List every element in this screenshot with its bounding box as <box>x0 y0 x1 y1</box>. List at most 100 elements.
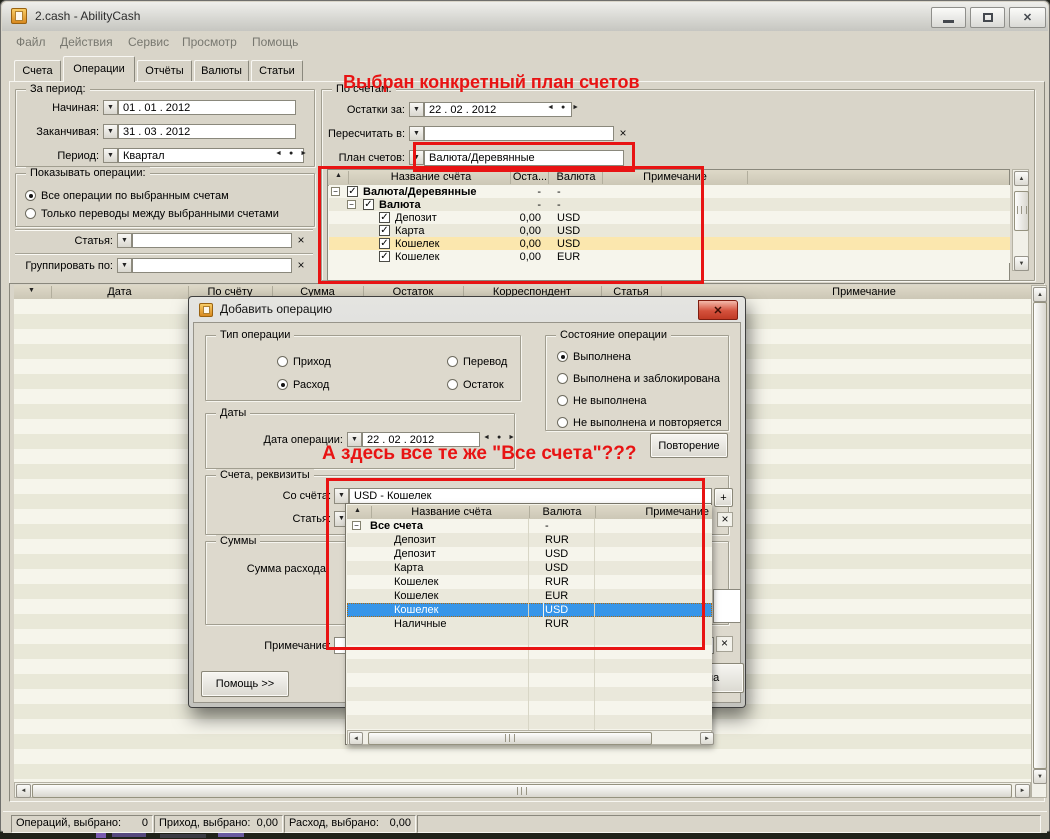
scroll-left-icon[interactable]: ◄ <box>16 784 31 798</box>
status-income: Приход, выбрано: 0,00 <box>154 815 283 833</box>
ops-hscrollbar[interactable]: ◄ ► <box>14 782 1031 798</box>
dropdown-hscrollbar[interactable]: ◄ ► <box>347 730 712 745</box>
category-filter-field[interactable] <box>132 233 292 248</box>
accounts-req-group-label: Счета, реквизиты <box>216 469 314 482</box>
menu-file[interactable]: Файл <box>16 36 46 49</box>
radio-income-label: Приход <box>293 356 331 369</box>
spin-current-icon[interactable]: ● <box>289 150 293 157</box>
radio-state-repeat[interactable] <box>557 417 568 428</box>
spin-next-icon[interactable]: ► <box>508 434 515 441</box>
from-account-label: Со счёта: <box>249 490 331 503</box>
recalc-field[interactable] <box>424 126 614 141</box>
scroll-right-icon[interactable]: ► <box>700 732 714 745</box>
scroll-left-icon[interactable]: ◄ <box>349 732 363 745</box>
spin-next-icon[interactable]: ► <box>300 150 307 157</box>
radio-transfer[interactable] <box>447 356 458 367</box>
scroll-right-icon[interactable]: ► <box>1015 784 1030 798</box>
end-date-label: Заканчивая: <box>19 126 99 139</box>
category-filter-label: Статья: <box>31 235 113 248</box>
scroll-down-icon[interactable]: ▼ <box>1014 256 1029 271</box>
menu-view[interactable]: Просмотр <box>182 36 237 49</box>
radio-income[interactable] <box>277 356 288 367</box>
tab-categories[interactable]: Статьи <box>251 60 303 81</box>
radio-all-operations[interactable] <box>25 190 36 201</box>
groupby-field[interactable] <box>132 258 292 273</box>
tab-accounts[interactable]: Счета <box>14 60 61 81</box>
sum-field-fragment[interactable] <box>713 589 741 623</box>
ops-vscrollbar[interactable]: ▲ ▼ <box>1031 285 1047 798</box>
radio-state-undone-label: Не выполнена <box>573 395 647 408</box>
status-expense: Расход, выбрано: 0,00 <box>284 815 416 833</box>
desktop-fragment <box>112 833 146 837</box>
maximize-button[interactable] <box>970 7 1005 28</box>
spin-prev-icon[interactable]: ◄ <box>547 104 554 111</box>
category-dropdown-icon[interactable]: ▼ <box>117 233 132 248</box>
radio-only-transfers[interactable] <box>25 208 36 219</box>
start-date-field[interactable]: 01 . 01 . 2012 <box>118 100 296 115</box>
status-extra <box>417 815 1041 833</box>
spin-prev-icon[interactable]: ◄ <box>483 434 490 441</box>
tab-currencies[interactable]: Валюты <box>194 60 249 81</box>
status-operations: Операций, выбрано: 0 <box>11 815 153 833</box>
period-spinner[interactable]: ◄ ● ► <box>275 150 307 157</box>
spin-current-icon[interactable]: ● <box>561 104 565 111</box>
radio-state-locked-label: Выполнена и заблокирована <box>573 373 720 386</box>
radio-state-undone[interactable] <box>557 395 568 406</box>
groupby-label: Группировать по: <box>15 260 113 273</box>
tree-scrollbar[interactable]: ▲ ▼ <box>1012 169 1029 271</box>
state-group-label: Состояние операции <box>556 329 671 342</box>
groupby-dropdown-icon[interactable]: ▼ <box>117 258 132 273</box>
title-bar[interactable]: 2.cash - AbilityCash ✕ <box>2 2 1048 31</box>
spin-next-icon[interactable]: ► <box>572 104 579 111</box>
scroll-down-icon[interactable]: ▼ <box>1033 769 1047 784</box>
scroll-up-icon[interactable]: ▲ <box>1033 287 1047 302</box>
close-button[interactable]: ✕ <box>1009 7 1046 28</box>
dialog-category-clear-icon[interactable]: × <box>717 512 733 527</box>
dialog-category-label: Статья: <box>249 513 331 526</box>
menu-actions[interactable]: Действия <box>60 36 113 49</box>
recalc-dropdown-icon[interactable]: ▼ <box>409 126 424 141</box>
groupby-clear-icon[interactable]: × <box>294 259 308 272</box>
radio-transfer-label: Перевод <box>463 356 507 369</box>
recalc-clear-icon[interactable]: × <box>616 127 630 140</box>
radio-expense[interactable] <box>277 379 288 390</box>
menu-service[interactable]: Сервис <box>128 36 169 49</box>
ops-hscrollbar-thumb[interactable] <box>32 784 1012 798</box>
minimize-button[interactable] <box>931 7 966 28</box>
op-date-spinner[interactable]: ◄ ● ► <box>483 434 515 441</box>
plus-icon: + <box>720 492 726 504</box>
spin-prev-icon[interactable]: ◄ <box>275 150 282 157</box>
dialog-note-clear-icon[interactable]: × <box>716 636 733 652</box>
radio-state-done[interactable] <box>557 351 568 362</box>
screen: 2.cash - AbilityCash ✕ Файл Действия Сер… <box>0 0 1050 839</box>
menu-bar: Файл Действия Сервис Просмотр Помощь <box>2 31 1048 54</box>
add-account-button[interactable]: + <box>714 488 733 507</box>
tab-operations[interactable]: Операции <box>63 56 135 82</box>
end-date-dropdown-icon[interactable]: ▼ <box>103 124 118 139</box>
dropdown-hscrollbar-thumb[interactable] <box>368 732 652 745</box>
period-dropdown-icon[interactable]: ▼ <box>103 148 118 163</box>
ops-header-note[interactable]: Примечание <box>804 286 924 299</box>
tree-scrollbar-thumb[interactable] <box>1014 191 1029 231</box>
spin-current-icon[interactable]: ● <box>497 434 501 441</box>
tab-reports[interactable]: Отчёты <box>137 60 192 81</box>
scroll-up-icon[interactable]: ▲ <box>1014 171 1029 186</box>
ops-vscrollbar-thumb[interactable] <box>1033 302 1047 769</box>
recalc-label: Пересчитать в: <box>323 128 405 141</box>
desktop-fragment <box>218 833 244 837</box>
dialog-close-button[interactable]: ✕ <box>698 300 738 320</box>
filter-icon[interactable]: ▼ <box>28 287 35 294</box>
balance-date-dropdown-icon[interactable]: ▼ <box>409 102 424 117</box>
period-group-label: За период: <box>26 83 90 96</box>
show-ops-group-label: Показывать операции: <box>26 167 150 180</box>
repeat-button[interactable]: Повторение <box>650 433 728 458</box>
ops-header-date[interactable]: Дата <box>51 286 188 299</box>
radio-state-locked[interactable] <box>557 373 568 384</box>
menu-help[interactable]: Помощь <box>252 36 298 49</box>
help-button[interactable]: Помощь >> <box>201 671 289 697</box>
radio-balance[interactable] <box>447 379 458 390</box>
end-date-field[interactable]: 31 . 03 . 2012 <box>118 124 296 139</box>
category-clear-icon[interactable]: × <box>294 234 308 247</box>
start-date-dropdown-icon[interactable]: ▼ <box>103 100 118 115</box>
balance-date-spinner[interactable]: ◄ ● ► <box>547 104 579 111</box>
